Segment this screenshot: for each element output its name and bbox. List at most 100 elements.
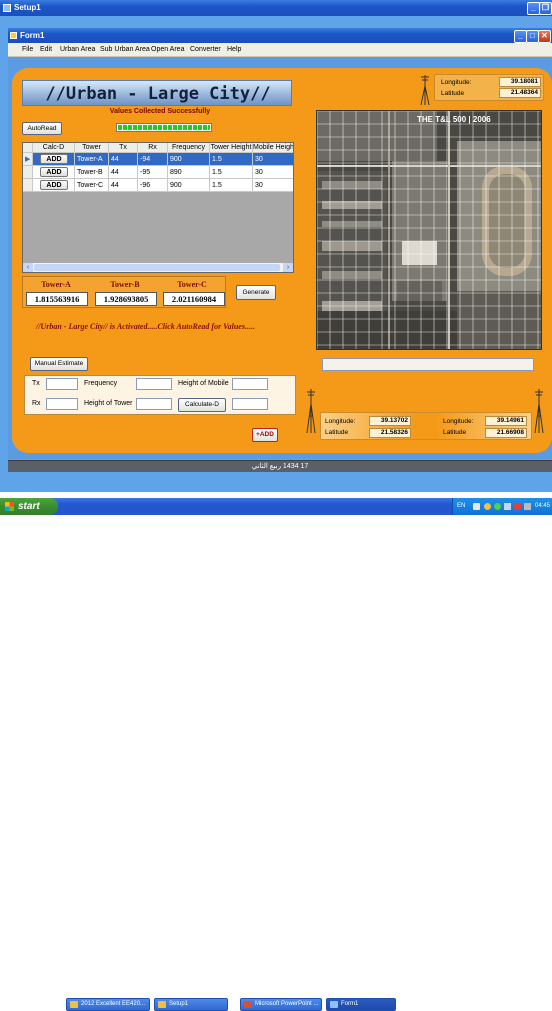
rx-input[interactable]	[46, 398, 78, 410]
mobile-height-cell[interactable]: 30	[253, 179, 293, 192]
tray-shield-icon[interactable]	[484, 503, 491, 510]
height-of-tower-input[interactable]	[136, 398, 172, 410]
tray-security-icon[interactable]	[494, 503, 501, 510]
col-rx[interactable]: Rx	[138, 143, 168, 153]
tray-network-icon[interactable]	[473, 503, 480, 510]
right-latitude-label: Latitude	[443, 429, 467, 436]
col-tx[interactable]: Tx	[109, 143, 138, 153]
rx-cell[interactable]: -94	[138, 153, 168, 166]
tx-cell[interactable]: 44	[109, 153, 138, 166]
col-frequency[interactable]: Frequency	[168, 143, 210, 153]
tower-cell[interactable]: Tower-C	[75, 179, 109, 192]
calc-cell: ADD	[33, 179, 75, 192]
tray-volume-icon[interactable]	[504, 503, 511, 510]
setup-title-bar: Setup1 _ ❐	[0, 0, 552, 16]
row-selector[interactable]	[23, 166, 33, 179]
frequency-cell[interactable]: 890	[168, 166, 210, 179]
tower-a-value: 1.815563916	[26, 292, 88, 306]
taskbar-item-label: 2012 Excellent EE420...	[81, 1001, 146, 1007]
scroll-left-arrow[interactable]: ‹	[23, 263, 33, 272]
menu-open-area[interactable]: Open Area	[151, 46, 184, 53]
add-calc-button[interactable]: ADD	[40, 180, 68, 190]
taskbar-item-setup[interactable]: Setup1	[154, 998, 228, 1011]
right-longitude-label: Longitude:	[443, 418, 474, 425]
frequency-cell[interactable]: 900	[168, 153, 210, 166]
folder-icon	[158, 1001, 166, 1008]
manual-estimate-button[interactable]: Manual Estimate	[30, 357, 88, 371]
generate-button[interactable]: Generate	[236, 285, 276, 300]
language-indicator[interactable]: EN	[457, 503, 465, 509]
form-app-icon	[10, 32, 17, 39]
frequency-label: Frequency	[84, 380, 118, 387]
right-longitude-value: 39.14961	[485, 416, 527, 426]
status-date: 17 1434 ربيع الثاني	[251, 463, 309, 470]
col-tower-height[interactable]: Tower Height	[210, 143, 253, 153]
status-message: Values Collected Successfully	[109, 108, 211, 115]
calculate-d-button[interactable]: Calculate-D	[178, 398, 226, 412]
system-tray: EN 04:45	[452, 498, 552, 515]
frequency-input[interactable]	[136, 378, 172, 390]
tower-cell[interactable]: Tower-B	[75, 166, 109, 179]
add-calc-button[interactable]: ADD	[40, 167, 68, 177]
taskbar-item-excellent[interactable]: 2012 Excellent EE420...	[66, 998, 150, 1011]
height-of-mobile-input[interactable]	[232, 378, 268, 390]
add-calc-button[interactable]: ADD	[40, 154, 68, 164]
mobile-height-cell[interactable]: 30	[253, 153, 293, 166]
title-banner: //Urban - Large City//	[22, 80, 292, 106]
add-button[interactable]: +ADD	[252, 428, 278, 442]
taskbar-item-form1[interactable]: Form1	[326, 998, 396, 1011]
tower-height-cell[interactable]: 1.5	[210, 166, 253, 179]
tower-c-label: Tower-C	[177, 280, 207, 289]
top-latitude-value: 21.48364	[499, 88, 541, 98]
progress-fill	[118, 125, 210, 130]
start-button[interactable]: start	[0, 498, 58, 515]
col-mobile-height[interactable]: Mobile Height	[253, 143, 293, 153]
autoread-button[interactable]: AutoRead	[22, 122, 62, 135]
tower-cell[interactable]: Tower-A	[75, 153, 109, 166]
tx-cell[interactable]: 44	[109, 179, 138, 192]
taskbar-item-powerpoint[interactable]: Microsoft PowerPoint ...	[240, 998, 322, 1011]
col-calc-d[interactable]: Calc-D	[33, 143, 75, 153]
activation-message: //Urban - Large City// is Activated.....…	[36, 322, 255, 331]
rx-cell[interactable]: -95	[138, 166, 168, 179]
row-selector-arrow[interactable]: ▶	[23, 153, 33, 166]
height-of-tower-label: Height of Tower	[84, 400, 133, 407]
menu-file[interactable]: File	[22, 46, 33, 53]
top-longitude-label: Longitude:	[441, 79, 472, 86]
tx-input[interactable]	[46, 378, 78, 390]
form-close-button[interactable]: ✕	[538, 30, 551, 43]
top-longitude-value: 39.18081	[499, 77, 541, 87]
height-of-mobile-label: Height of Mobile	[178, 380, 229, 387]
menu-converter[interactable]: Converter	[190, 46, 221, 53]
taskbar-item-label: Form1	[341, 1001, 359, 1007]
menu-urban-area[interactable]: Urban Area	[60, 46, 95, 53]
tray-alert-icon[interactable]	[514, 503, 521, 510]
col-tower[interactable]: Tower	[75, 143, 109, 153]
taskbar-item-label: Setup1	[169, 1001, 189, 1007]
map-grid-overlay	[317, 111, 541, 349]
tower-right-icon	[534, 388, 544, 434]
right-latitude-value: 21.66908	[485, 428, 527, 438]
menu-edit[interactable]: Edit	[40, 46, 52, 53]
taskbar-item-label: Microsoft PowerPoint ...	[255, 1001, 319, 1007]
menu-help[interactable]: Help	[227, 46, 241, 53]
calc-cell: ADD	[33, 153, 75, 166]
menu-sub-urban-area[interactable]: Sub Urban Area	[100, 46, 150, 53]
rx-cell[interactable]: -96	[138, 179, 168, 192]
row-selector[interactable]	[23, 179, 33, 192]
scroll-thumb[interactable]	[34, 264, 280, 271]
city-map-image: THE T&L 500 | 2006	[316, 110, 542, 350]
restore-button[interactable]: ❐	[539, 2, 552, 15]
map-watermark: THE T&L 500 | 2006	[417, 115, 491, 124]
tower-height-cell[interactable]: 1.5	[210, 179, 253, 192]
scroll-right-arrow[interactable]: ›	[283, 263, 293, 272]
top-latitude-label: Latitude	[441, 90, 465, 97]
left-longitude-value: 39.13702	[369, 416, 411, 426]
tray-app-icon[interactable]	[524, 503, 531, 510]
frequency-cell[interactable]: 900	[168, 179, 210, 192]
tower-left-icon	[306, 388, 316, 434]
tx-cell[interactable]: 44	[109, 166, 138, 179]
tower-height-cell[interactable]: 1.5	[210, 153, 253, 166]
mobile-height-cell[interactable]: 30	[253, 166, 293, 179]
horizontal-scrollbar[interactable]: ‹ ›	[23, 262, 293, 272]
